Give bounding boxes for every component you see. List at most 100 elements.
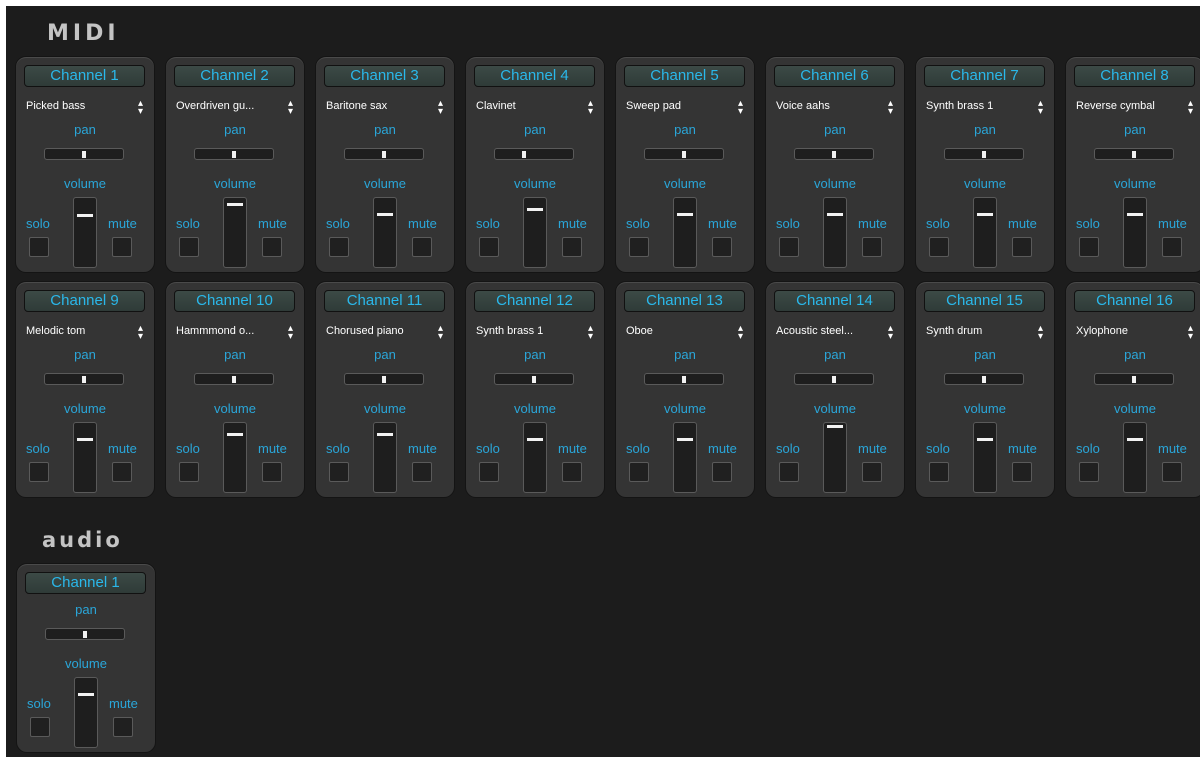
- pan-slider[interactable]: [794, 373, 874, 385]
- pan-slider-thumb[interactable]: [682, 151, 686, 158]
- solo-checkbox[interactable]: [1079, 462, 1099, 482]
- volume-fader[interactable]: [523, 422, 547, 493]
- pan-slider[interactable]: [1094, 148, 1174, 160]
- channel-name-button[interactable]: Channel 5: [624, 65, 745, 87]
- volume-fader-thumb[interactable]: [77, 214, 93, 218]
- instrument-select[interactable]: Synth brass 1: [926, 95, 1045, 121]
- mute-checkbox[interactable]: [862, 462, 882, 482]
- channel-name-button[interactable]: Channel 2: [174, 65, 295, 87]
- pan-slider-thumb[interactable]: [82, 376, 86, 383]
- channel-name-button[interactable]: Channel 15: [924, 290, 1045, 312]
- mute-checkbox[interactable]: [112, 237, 132, 257]
- channel-name-button[interactable]: Channel 12: [474, 290, 595, 312]
- volume-fader[interactable]: [373, 197, 397, 268]
- volume-fader[interactable]: [973, 197, 997, 268]
- mute-checkbox[interactable]: [412, 462, 432, 482]
- channel-name-button[interactable]: Channel 11: [324, 290, 445, 312]
- mute-checkbox[interactable]: [412, 237, 432, 257]
- pan-slider[interactable]: [344, 373, 424, 385]
- pan-slider-thumb[interactable]: [982, 376, 986, 383]
- mute-checkbox[interactable]: [712, 237, 732, 257]
- instrument-select[interactable]: Picked bass: [26, 95, 145, 121]
- instrument-select[interactable]: Baritone sax: [326, 95, 445, 121]
- pan-slider-thumb[interactable]: [832, 151, 836, 158]
- pan-slider[interactable]: [494, 373, 574, 385]
- mute-checkbox[interactable]: [1162, 462, 1182, 482]
- volume-fader-thumb[interactable]: [977, 437, 993, 441]
- solo-checkbox[interactable]: [479, 237, 499, 257]
- mute-checkbox[interactable]: [712, 462, 732, 482]
- volume-fader-thumb[interactable]: [1127, 437, 1143, 441]
- volume-fader-thumb[interactable]: [227, 433, 243, 437]
- pan-slider[interactable]: [644, 373, 724, 385]
- pan-slider-thumb[interactable]: [232, 376, 236, 383]
- volume-fader[interactable]: [523, 197, 547, 268]
- instrument-select[interactable]: Xylophone: [1076, 320, 1195, 346]
- channel-name-button[interactable]: Channel 1: [25, 572, 146, 594]
- pan-slider-thumb[interactable]: [832, 376, 836, 383]
- volume-fader[interactable]: [223, 422, 247, 493]
- pan-slider[interactable]: [45, 628, 125, 640]
- volume-fader[interactable]: [673, 422, 697, 493]
- pan-slider-thumb[interactable]: [982, 151, 986, 158]
- volume-fader[interactable]: [74, 677, 98, 748]
- volume-fader-thumb[interactable]: [977, 212, 993, 216]
- channel-name-button[interactable]: Channel 7: [924, 65, 1045, 87]
- pan-slider[interactable]: [44, 373, 124, 385]
- instrument-select[interactable]: Sweep pad: [626, 95, 745, 121]
- mute-checkbox[interactable]: [562, 237, 582, 257]
- volume-fader[interactable]: [1123, 197, 1147, 268]
- volume-fader-thumb[interactable]: [377, 212, 393, 216]
- pan-slider-thumb[interactable]: [232, 151, 236, 158]
- volume-fader-thumb[interactable]: [527, 437, 543, 441]
- mute-checkbox[interactable]: [1012, 462, 1032, 482]
- solo-checkbox[interactable]: [30, 717, 50, 737]
- solo-checkbox[interactable]: [29, 237, 49, 257]
- volume-fader-thumb[interactable]: [227, 203, 243, 207]
- solo-checkbox[interactable]: [29, 462, 49, 482]
- solo-checkbox[interactable]: [329, 237, 349, 257]
- solo-checkbox[interactable]: [179, 237, 199, 257]
- volume-fader-thumb[interactable]: [78, 692, 94, 696]
- solo-checkbox[interactable]: [629, 462, 649, 482]
- instrument-select[interactable]: Reverse cymbal: [1076, 95, 1195, 121]
- instrument-select[interactable]: Clavinet: [476, 95, 595, 121]
- volume-fader[interactable]: [823, 197, 847, 268]
- mute-checkbox[interactable]: [562, 462, 582, 482]
- channel-name-button[interactable]: Channel 16: [1074, 290, 1195, 312]
- pan-slider[interactable]: [794, 148, 874, 160]
- volume-fader[interactable]: [73, 422, 97, 493]
- mute-checkbox[interactable]: [1162, 237, 1182, 257]
- instrument-select[interactable]: Synth drum: [926, 320, 1045, 346]
- volume-fader-thumb[interactable]: [677, 212, 693, 216]
- volume-fader-thumb[interactable]: [77, 437, 93, 441]
- solo-checkbox[interactable]: [1079, 237, 1099, 257]
- mute-checkbox[interactable]: [262, 237, 282, 257]
- channel-name-button[interactable]: Channel 6: [774, 65, 895, 87]
- solo-checkbox[interactable]: [629, 237, 649, 257]
- instrument-select[interactable]: Hammmond o...: [176, 320, 295, 346]
- volume-fader[interactable]: [373, 422, 397, 493]
- pan-slider[interactable]: [494, 148, 574, 160]
- volume-fader-thumb[interactable]: [377, 433, 393, 437]
- pan-slider[interactable]: [44, 148, 124, 160]
- solo-checkbox[interactable]: [179, 462, 199, 482]
- pan-slider-thumb[interactable]: [1132, 151, 1136, 158]
- pan-slider[interactable]: [944, 373, 1024, 385]
- pan-slider[interactable]: [344, 148, 424, 160]
- mute-checkbox[interactable]: [862, 237, 882, 257]
- channel-name-button[interactable]: Channel 3: [324, 65, 445, 87]
- pan-slider-thumb[interactable]: [1132, 376, 1136, 383]
- solo-checkbox[interactable]: [779, 237, 799, 257]
- channel-name-button[interactable]: Channel 10: [174, 290, 295, 312]
- solo-checkbox[interactable]: [779, 462, 799, 482]
- volume-fader[interactable]: [1123, 422, 1147, 493]
- volume-fader[interactable]: [823, 422, 847, 493]
- pan-slider[interactable]: [1094, 373, 1174, 385]
- channel-name-button[interactable]: Channel 14: [774, 290, 895, 312]
- volume-fader-thumb[interactable]: [1127, 212, 1143, 216]
- channel-name-button[interactable]: Channel 8: [1074, 65, 1195, 87]
- pan-slider-thumb[interactable]: [682, 376, 686, 383]
- mute-checkbox[interactable]: [112, 462, 132, 482]
- channel-name-button[interactable]: Channel 13: [624, 290, 745, 312]
